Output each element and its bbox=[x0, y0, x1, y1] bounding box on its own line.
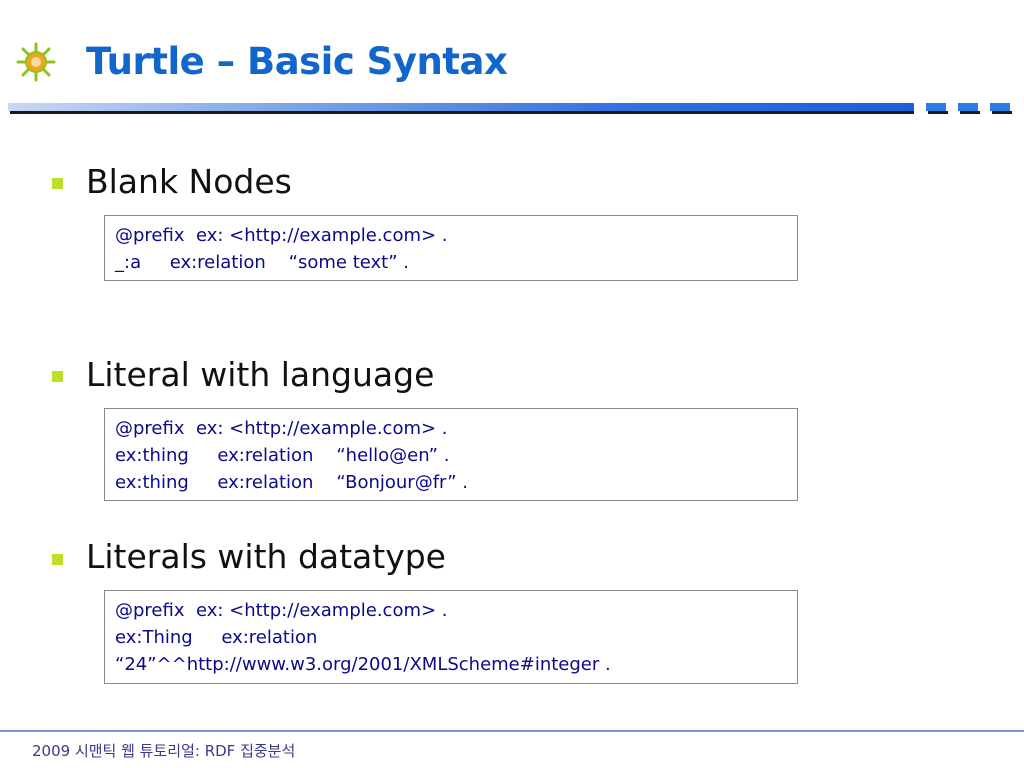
rule-dash bbox=[926, 103, 946, 111]
logo-sun-icon bbox=[14, 40, 58, 84]
code-block: @prefix ex: <http://example.com> . ex:th… bbox=[104, 408, 798, 501]
section-heading: Literal with language bbox=[86, 355, 435, 394]
code-line: @prefix ex: <http://example.com> . bbox=[115, 418, 448, 439]
bullet-square bbox=[52, 178, 63, 189]
code-line: @prefix ex: <http://example.com> . bbox=[115, 225, 448, 246]
title-underline bbox=[0, 100, 1024, 120]
code-line: ex:Thing ex:relation bbox=[115, 627, 318, 648]
title-rule-bar bbox=[8, 103, 914, 111]
bullet-square bbox=[52, 554, 63, 565]
footer-caption: 2009 시맨틱 웹 튜토리얼: RDF 집중분석 bbox=[32, 742, 296, 760]
code-line: _:a ex:relation “some text” . bbox=[115, 252, 409, 273]
title-rule-shadow bbox=[10, 111, 914, 114]
rule-dash-shadow bbox=[992, 111, 1012, 114]
code-block: @prefix ex: <http://example.com> . _:a e… bbox=[104, 215, 798, 281]
rule-dash bbox=[958, 103, 978, 111]
code-line: ex:thing ex:relation “Bonjour@fr” . bbox=[115, 472, 468, 493]
bullet-square bbox=[52, 371, 63, 382]
section-heading: Blank Nodes bbox=[86, 162, 292, 201]
section-heading: Literals with datatype bbox=[86, 537, 446, 576]
rule-dash-shadow bbox=[928, 111, 948, 114]
code-line: ex:thing ex:relation “hello@en” . bbox=[115, 445, 450, 466]
rule-dash-shadow bbox=[960, 111, 980, 114]
code-line: @prefix ex: <http://example.com> . bbox=[115, 600, 448, 621]
rule-dash bbox=[990, 103, 1010, 111]
code-line: “24”^^http://www.w3.org/2001/XMLScheme#i… bbox=[115, 654, 611, 675]
code-block: @prefix ex: <http://example.com> . ex:Th… bbox=[104, 590, 798, 684]
footer-divider bbox=[0, 730, 1024, 732]
slide-title: Turtle – Basic Syntax bbox=[86, 40, 508, 83]
